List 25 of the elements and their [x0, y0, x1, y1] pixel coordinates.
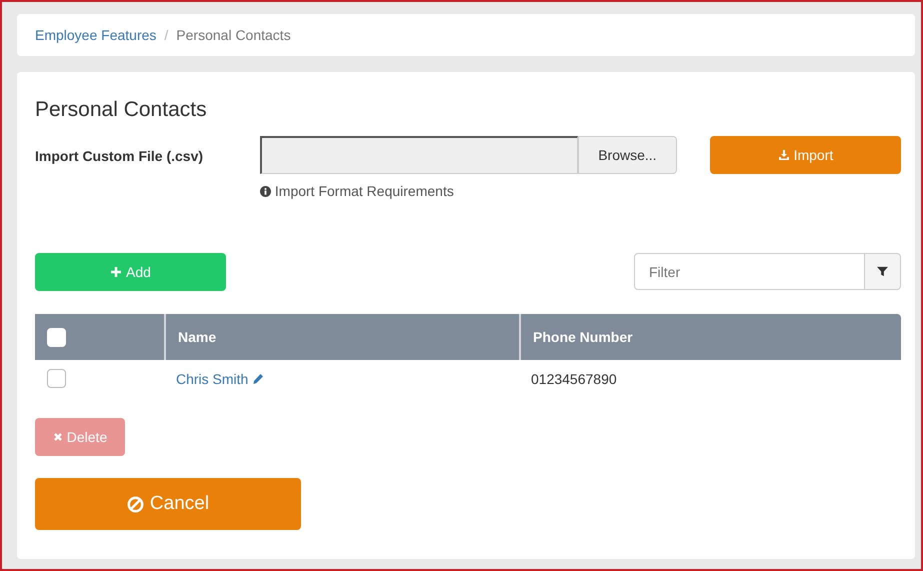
page-title: Personal Contacts [35, 98, 207, 122]
breadcrumb-link[interactable]: Employee Features [35, 27, 156, 43]
import-label: Import Custom File (.csv) [35, 147, 204, 164]
import-button[interactable]: Import [710, 136, 901, 174]
column-header: Phone Number [519, 314, 901, 360]
ban-icon [126, 496, 144, 512]
contact-name-link[interactable]: Chris Smith [176, 370, 248, 386]
filter-button[interactable] [865, 253, 901, 290]
info-icon [260, 186, 271, 196]
select-all-checkbox[interactable] [47, 328, 66, 346]
breadcrumb-current: Personal Contacts [176, 27, 291, 43]
pencil-icon[interactable] [252, 372, 264, 384]
close-icon [52, 432, 63, 442]
filter-field[interactable]: Filter [634, 253, 865, 290]
breadcrumb-separator: / [164, 27, 168, 43]
browse-button[interactable]: Browse... [578, 136, 677, 174]
cancel-button[interactable]: Cancel [35, 478, 301, 530]
phone-number: 01234567890 [531, 370, 617, 386]
file-field[interactable] [260, 136, 578, 174]
column-header: Name [164, 314, 519, 360]
format-requirements-link[interactable]: Import Format Requirements [260, 183, 677, 199]
plus-icon [110, 266, 122, 278]
row-checkbox[interactable] [47, 369, 66, 388]
funnel-icon [877, 266, 888, 277]
download-icon [778, 149, 790, 161]
